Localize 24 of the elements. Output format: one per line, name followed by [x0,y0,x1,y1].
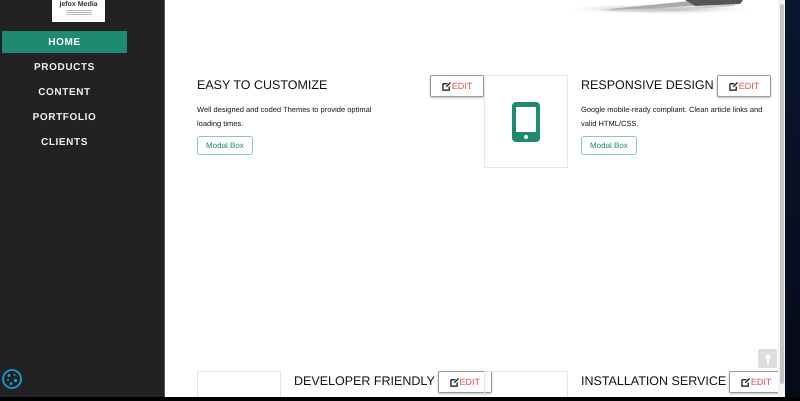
cookie-icon[interactable] [2,369,22,389]
scrollbar[interactable] [778,0,785,397]
phone-icon [512,102,540,142]
nav-item[interactable]: CONTENT [2,81,127,103]
nav-item[interactable]: HOME [2,31,127,53]
card-title: DEVELOPER FRIENDLY [294,374,435,388]
nav-item[interactable]: PORTFOLIO [2,106,127,128]
edit-button[interactable]: EDIT [438,371,492,393]
edit-icon [740,378,750,386]
edit-icon [442,82,451,90]
nav-item[interactable]: PRODUCTS [2,56,127,78]
arrow-up-icon [764,354,772,364]
card-title: EASY TO CUSTOMIZE [197,78,328,92]
edit-icon [728,82,738,90]
modal-button[interactable]: Modal Box [581,136,637,155]
edit-button[interactable]: EDIT [430,75,484,97]
card-title: INSTALLATION SERVICE [581,374,726,388]
edit-button[interactable]: EDIT [729,371,778,393]
nav-item[interactable]: CLIENTS [2,131,127,153]
modal-button[interactable]: Modal Box [197,136,253,155]
back-to-top-button[interactable] [758,349,777,368]
card-title: RESPONSIVE DESIGN [581,78,714,92]
edit-icon [450,378,459,386]
edit-button[interactable]: EDIT [717,75,771,97]
